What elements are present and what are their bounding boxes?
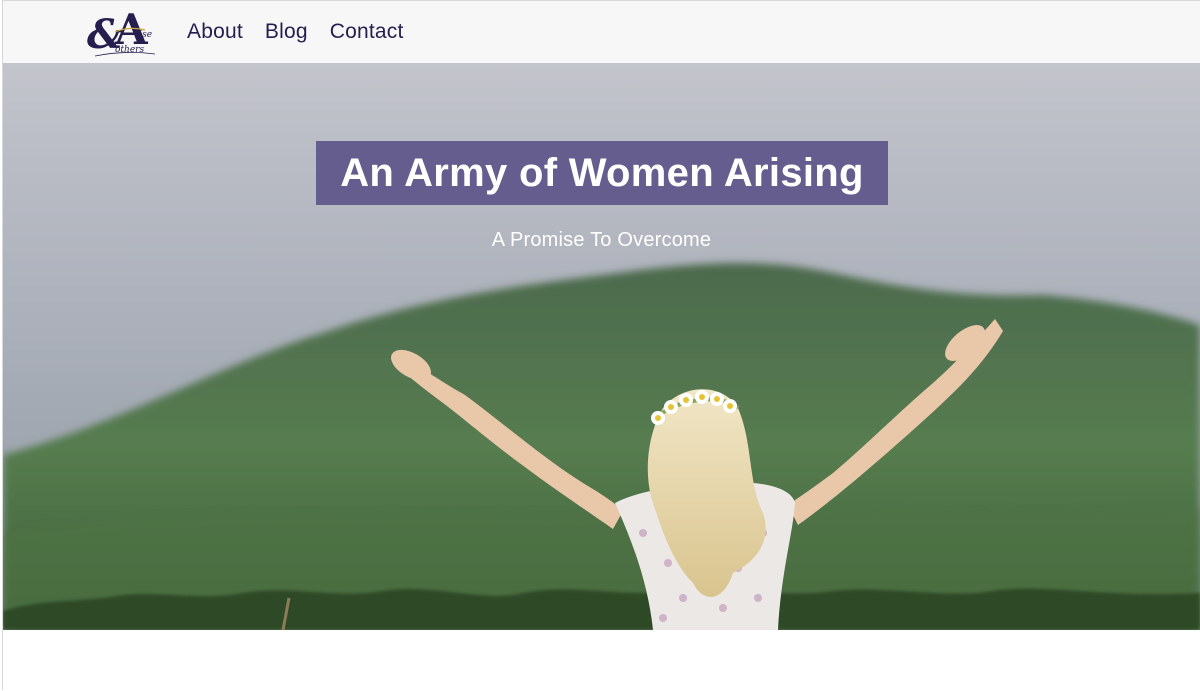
hero-banner: An Army of Women Arising A Promise To Ov… — [3, 63, 1200, 630]
hero-title-box: An Army of Women Arising — [316, 141, 888, 205]
hero-title: An Army of Women Arising — [340, 150, 864, 195]
page-content-area — [3, 630, 1200, 691]
logo-icon: & A rise others — [87, 5, 156, 58]
nav-link-contact[interactable]: Contact — [330, 20, 404, 44]
top-navigation-bar: & A rise others About Blog Contact — [3, 1, 1200, 64]
nav-link-about[interactable]: About — [187, 20, 243, 44]
hero-subtitle: A Promise To Overcome — [491, 229, 712, 251]
svg-text:others: others — [115, 45, 144, 55]
primary-nav-links: About Blog Contact — [187, 1, 404, 63]
nav-link-blog[interactable]: Blog — [265, 20, 308, 44]
site-logo[interactable]: & A rise others — [85, 4, 169, 60]
svg-text:rise: rise — [135, 30, 152, 40]
browser-viewport: & A rise others About Blog Contact An Ar… — [2, 0, 1200, 691]
